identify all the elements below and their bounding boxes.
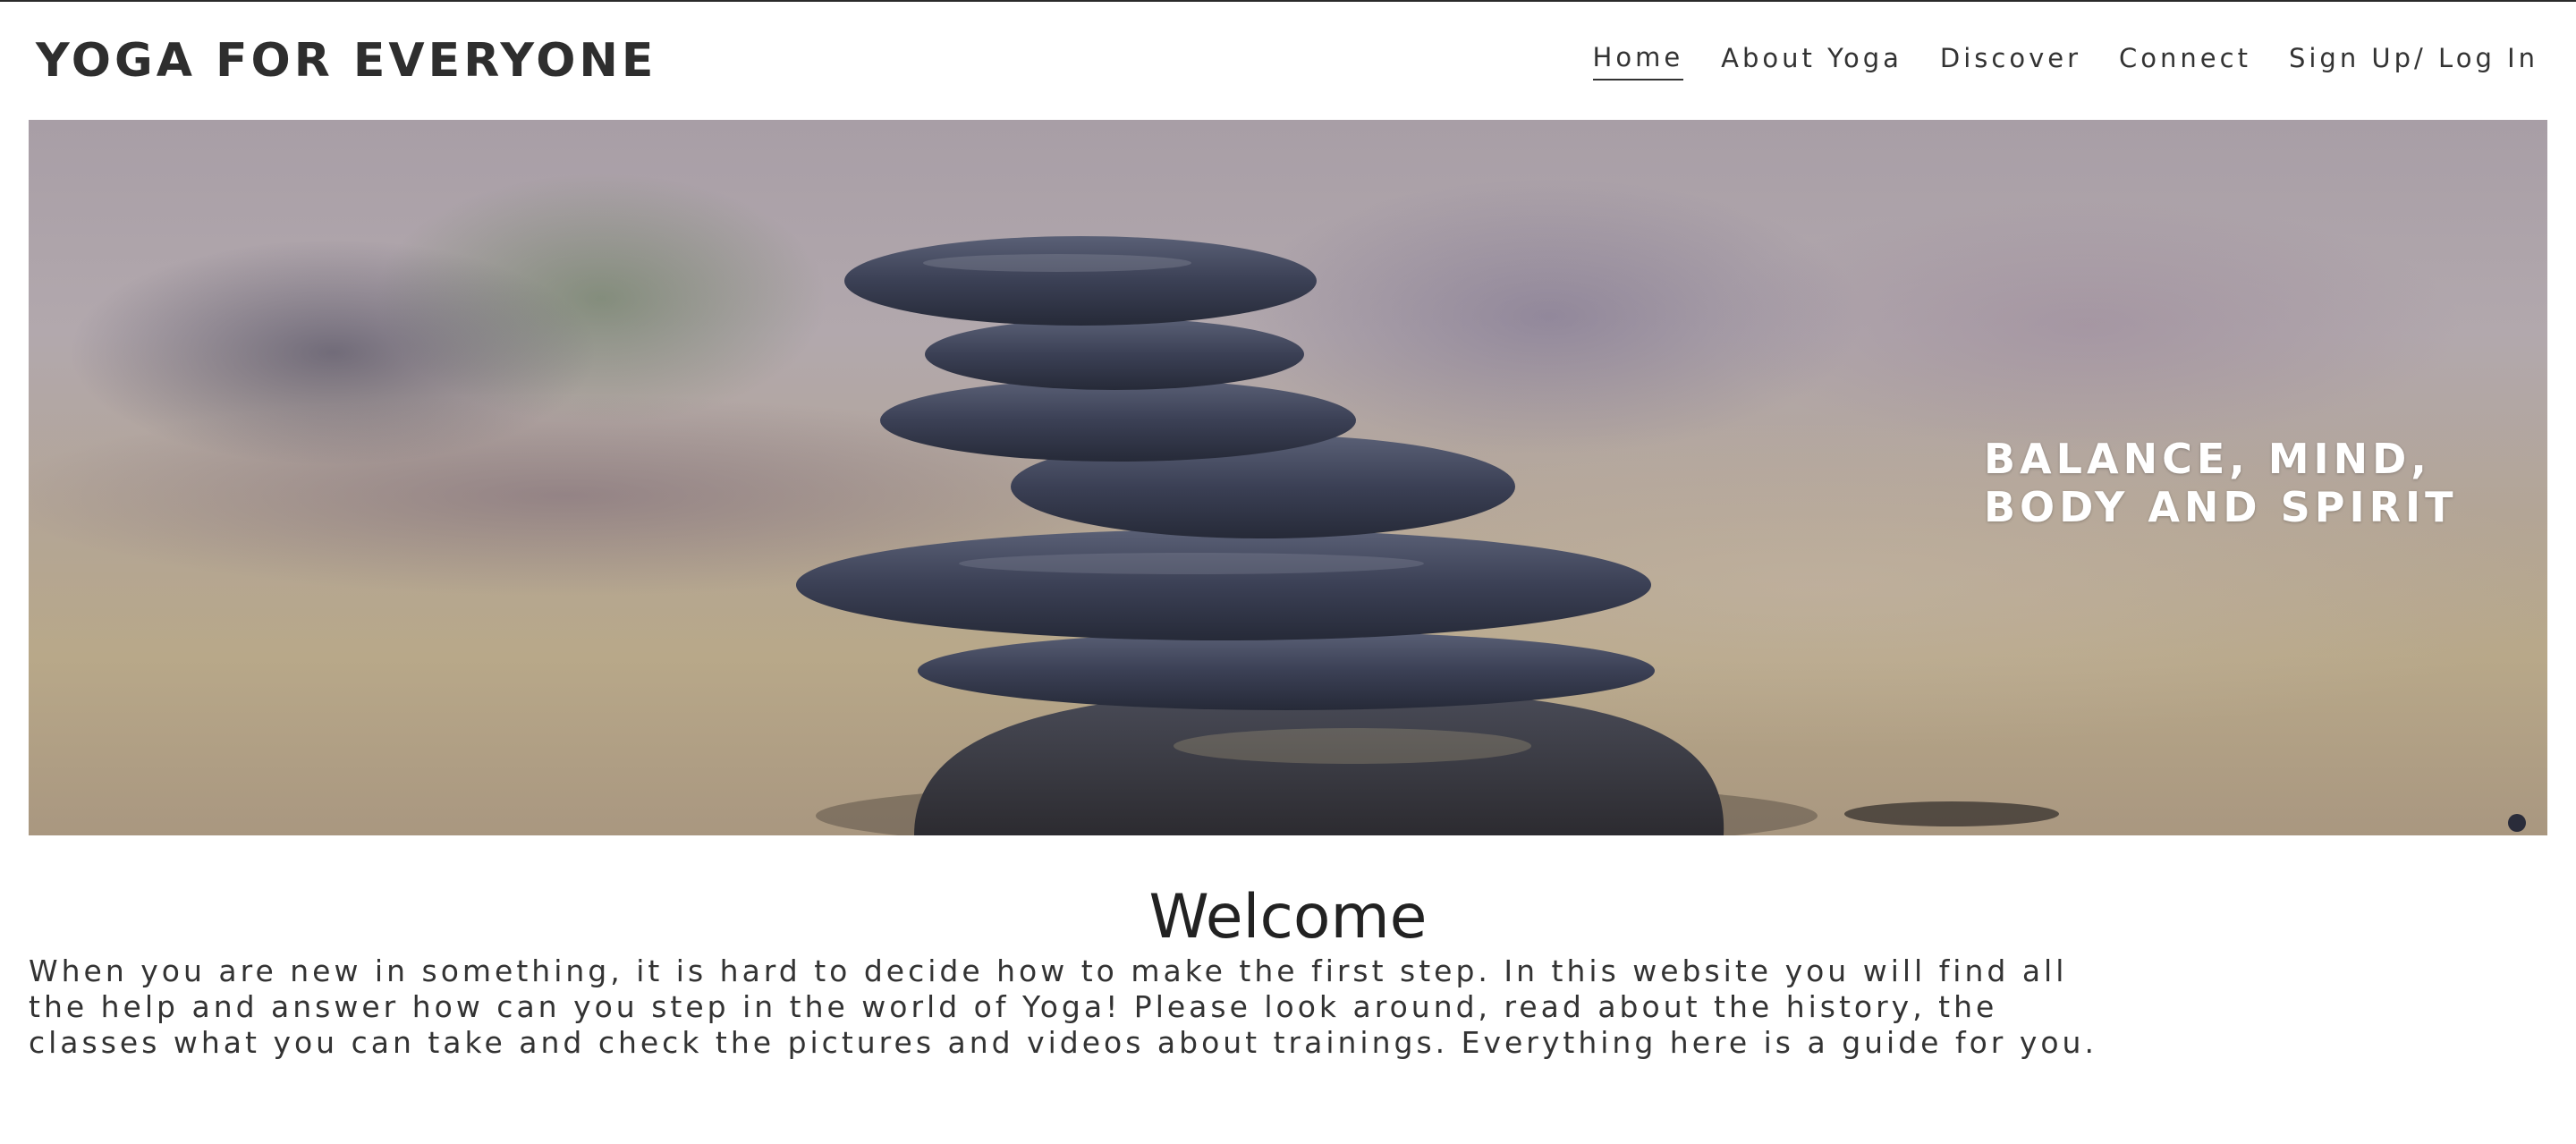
stone-highlight: [1174, 728, 1531, 764]
stone-highlight: [923, 254, 1191, 272]
site-title[interactable]: YOGA FOR EVERYONE: [36, 32, 657, 89]
main-nav: Home About Yoga Discover Connect Sign Up…: [1592, 39, 2538, 81]
nav-about-yoga[interactable]: About Yoga: [1721, 40, 1902, 80]
top-border: [0, 0, 2576, 2]
nav-home[interactable]: Home: [1592, 39, 1684, 81]
hero-caption-line-2: BODY AND SPIRIT: [1984, 483, 2458, 531]
stone-5: [796, 530, 1651, 640]
stone-3: [880, 379, 1356, 462]
pebble-shadow: [1844, 801, 2059, 826]
hero-caption-line-1: BALANCE, MIND,: [1984, 435, 2431, 483]
nav-sign-up-log-in[interactable]: Sign Up/ Log In: [2289, 40, 2538, 80]
hero-caption: BALANCE, MIND, BODY AND SPIRIT: [1984, 435, 2458, 531]
small-pebble: [2508, 814, 2526, 832]
stone-2: [925, 318, 1304, 390]
nav-connect[interactable]: Connect: [2119, 40, 2251, 80]
stone-1: [844, 236, 1317, 326]
stone-highlight: [959, 553, 1424, 574]
stone-6: [918, 631, 1655, 710]
hero-banner: BALANCE, MIND, BODY AND SPIRIT: [29, 120, 2547, 835]
nav-discover[interactable]: Discover: [1940, 40, 2081, 80]
welcome-text: When you are new in something, it is har…: [29, 953, 2097, 1060]
welcome-heading: Welcome: [1148, 882, 1428, 953]
